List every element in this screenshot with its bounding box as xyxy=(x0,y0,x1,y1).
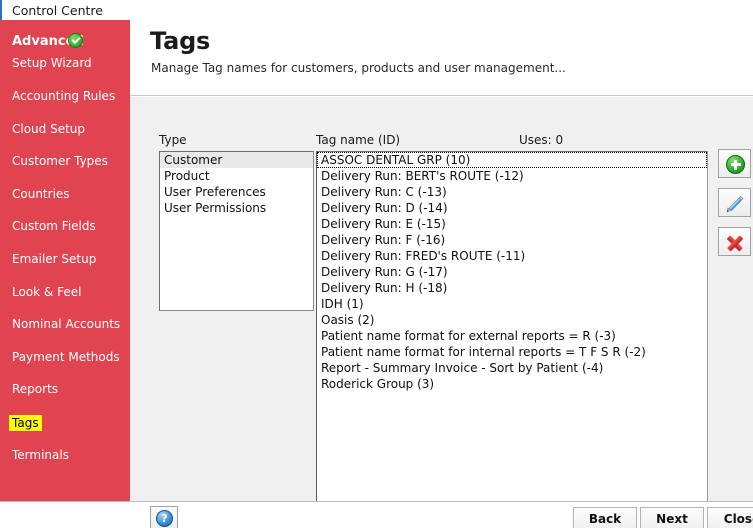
tag-list-item[interactable]: Delivery Run: D (-14) xyxy=(317,200,707,216)
page-subtitle: Manage Tag names for customers, products… xyxy=(151,61,566,75)
delete-tag-button[interactable] xyxy=(718,227,751,256)
tag-name-listbox[interactable]: ASSOC DENTAL GRP (10)Delivery Run: BERT'… xyxy=(316,151,708,507)
tag-list-item[interactable]: Report - Summary Invoice - Sort by Patie… xyxy=(317,360,707,376)
next-button[interactable]: Next xyxy=(640,507,704,528)
tag-list-item[interactable]: Delivery Run: FRED's ROUTE (-11) xyxy=(317,248,707,264)
sidebar-item-look-feel[interactable]: Look & Feel xyxy=(12,285,81,299)
sidebar-item-customer-types[interactable]: Customer Types xyxy=(12,154,108,168)
tag-list-item[interactable]: ASSOC DENTAL GRP (10) xyxy=(317,152,707,168)
type-listbox[interactable]: CustomerProductUser PreferencesUser Perm… xyxy=(159,151,314,311)
tag-list-item[interactable]: Delivery Run: G (-17) xyxy=(317,264,707,280)
type-option[interactable]: User Permissions xyxy=(160,200,313,216)
tag-list-item[interactable]: Delivery Run: BERT's ROUTE (-12) xyxy=(317,168,707,184)
tag-list-item[interactable]: Delivery Run: C (-13) xyxy=(317,184,707,200)
type-column-label: Type xyxy=(159,133,187,147)
add-tag-button[interactable] xyxy=(718,149,751,178)
tag-list-item[interactable]: IDH (1) xyxy=(317,296,707,312)
help-button[interactable]: ? xyxy=(150,506,178,528)
blue-question-icon: ? xyxy=(156,510,173,527)
tag-list-item[interactable]: Delivery Run: E (-15) xyxy=(317,216,707,232)
sidebar-subheading: Setup Wizard xyxy=(12,56,92,70)
close-button[interactable]: Close xyxy=(707,507,753,528)
sidebar-item-cloud-setup[interactable]: Cloud Setup xyxy=(12,122,85,136)
tag-list-item[interactable]: Oasis (2) xyxy=(317,312,707,328)
type-option[interactable]: Product xyxy=(160,168,313,184)
title-bar: Control Centre xyxy=(0,0,753,20)
sidebar-item-tags[interactable]: Tags xyxy=(9,415,42,431)
tag-list-item[interactable]: Patient name format for external reports… xyxy=(317,328,707,344)
content-panel: Tags Manage Tag names for customers, pro… xyxy=(130,20,753,501)
tagname-column-label: Tag name (ID) xyxy=(316,133,400,147)
page-title: Tags xyxy=(150,27,210,55)
footer-bar: ? Back Next Close xyxy=(0,501,753,528)
blue-pencil-icon xyxy=(725,194,745,214)
type-option[interactable]: User Preferences xyxy=(160,184,313,200)
uses-count-label: Uses: 0 xyxy=(519,133,563,147)
sidebar-item-nominal-accounts[interactable]: Nominal Accounts xyxy=(12,317,120,331)
red-cross-icon xyxy=(726,234,744,252)
sidebar: Advanced Setup Wizard Accounting RulesCl… xyxy=(0,20,130,501)
tag-list-item[interactable]: Delivery Run: H (-18) xyxy=(317,280,707,296)
sidebar-item-emailer-setup[interactable]: Emailer Setup xyxy=(12,252,96,266)
page-header: Tags Manage Tag names for customers, pro… xyxy=(130,20,753,96)
page-body: Type Tag name (ID) Uses: 0 CustomerProdu… xyxy=(130,96,753,501)
sidebar-item-payment-methods[interactable]: Payment Methods xyxy=(12,350,120,364)
green-plus-icon xyxy=(726,155,745,174)
window-title: Control Centre xyxy=(12,3,103,18)
sidebar-item-reports[interactable]: Reports xyxy=(12,382,58,396)
sidebar-item-accounting-rules[interactable]: Accounting Rules xyxy=(12,89,115,103)
sidebar-item-terminals[interactable]: Terminals xyxy=(12,448,69,462)
tag-list-item[interactable]: Patient name format for internal reports… xyxy=(317,344,707,360)
sidebar-item-countries[interactable]: Countries xyxy=(12,187,70,201)
sidebar-item-custom-fields[interactable]: Custom Fields xyxy=(12,219,96,233)
tag-list-item[interactable]: Delivery Run: F (-16) xyxy=(317,232,707,248)
tag-list-item[interactable]: Roderick Group (3) xyxy=(317,376,707,392)
type-option[interactable]: Customer xyxy=(160,152,313,168)
back-button[interactable]: Back xyxy=(573,507,637,528)
control-centre-window: Control Centre Advanced Setup Wizard Acc… xyxy=(0,0,753,528)
green-check-icon xyxy=(68,33,83,48)
edit-tag-button[interactable] xyxy=(718,188,751,217)
